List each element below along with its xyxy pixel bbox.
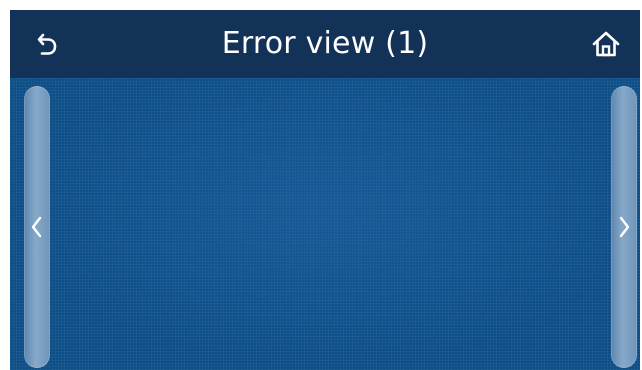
page-title: Error view (1)	[221, 26, 429, 61]
error-list-area	[10, 78, 640, 370]
back-arrow-icon	[37, 33, 57, 55]
next-page-button[interactable]	[611, 86, 637, 368]
header-bar: Error view (1)	[10, 10, 640, 78]
chevron-right-icon	[619, 216, 630, 238]
home-button[interactable]	[590, 28, 622, 60]
previous-page-button[interactable]	[24, 86, 50, 368]
home-icon	[592, 31, 620, 57]
back-button[interactable]	[32, 28, 64, 60]
error-view-screen: Error view (1)	[10, 10, 640, 370]
chevron-left-icon	[31, 216, 42, 238]
